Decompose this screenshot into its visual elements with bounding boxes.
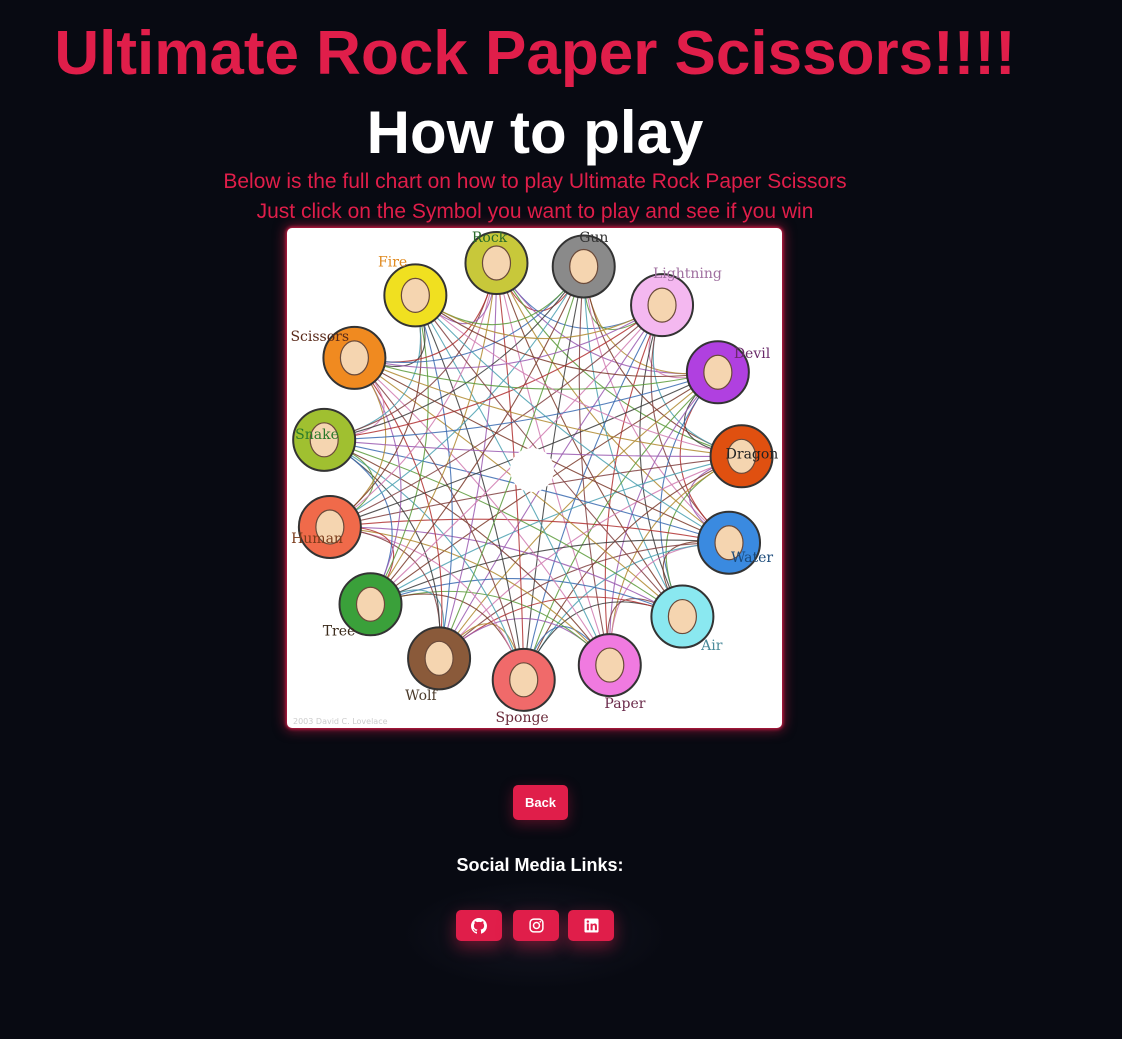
hand-gesture-icon (355, 586, 386, 622)
rule-connection-line (370, 578, 683, 618)
symbol-lightning[interactable]: Lightning (630, 266, 722, 338)
symbol-label: Wolf (405, 688, 438, 704)
hand-gesture-icon (400, 277, 430, 313)
symbol-label: Gun (579, 230, 608, 246)
rules-chart: Rock Gun Lightning Devil Dragon Water Air Paper… (287, 228, 782, 728)
symbol-scissors[interactable]: Scissors (290, 325, 387, 390)
symbol-label: Snake (295, 427, 339, 443)
symbol-label: Lightning (653, 266, 722, 282)
description-line-2: Just click on the Symbol you want to pla… (256, 200, 814, 223)
hand-gesture-icon (569, 248, 599, 285)
instagram-icon (528, 918, 544, 933)
symbol-fire[interactable]: Fire (378, 254, 448, 328)
back-button[interactable]: Back (513, 785, 568, 820)
github-button[interactable] (456, 910, 502, 941)
symbol-label: Rock (472, 230, 508, 246)
symbol-devil[interactable]: Devil (685, 340, 771, 405)
symbol-tree[interactable]: Tree (323, 572, 403, 639)
symbol-gun[interactable]: Gun (551, 230, 616, 299)
hand-gesture-icon (667, 598, 697, 635)
symbol-sponge[interactable]: Sponge (491, 647, 556, 726)
social-media-label: Social Media Links: (456, 855, 624, 875)
symbol-label: Tree (323, 623, 356, 639)
hand-gesture-icon (647, 287, 677, 323)
description-line-1: Below is the full chart on how to play U… (223, 170, 847, 193)
hand-gesture-icon (424, 640, 454, 676)
rule-connection-line (329, 266, 585, 528)
symbol-label: Devil (734, 346, 771, 362)
hand-gesture-icon (339, 340, 370, 376)
rules-chart-diagram: Rock Gun Lightning Devil Dragon Water Air Paper… (290, 230, 779, 726)
symbol-water[interactable]: Water (697, 510, 773, 575)
linkedin-icon (583, 918, 599, 933)
symbol-rock[interactable]: Rock (464, 230, 529, 296)
symbol-label: Dragon (726, 447, 779, 463)
symbol-air[interactable]: Air (650, 584, 723, 655)
rule-connection-line (415, 294, 663, 340)
hand-gesture-icon (703, 354, 733, 390)
hand-gesture-icon (595, 647, 625, 683)
symbol-label: Human (291, 531, 343, 547)
hand-gesture-icon (481, 245, 512, 281)
linkedin-button[interactable] (568, 910, 614, 941)
symbol-snake[interactable]: Snake (292, 407, 357, 472)
how-to-play-heading: How to play (366, 99, 704, 166)
symbol-label: Fire (378, 254, 407, 270)
page-title: Ultimate Rock Paper Scissors!!!! (54, 19, 1016, 88)
chart-copyright: 2003 David C. Lovelace (293, 717, 388, 726)
symbol-label: Paper (604, 696, 645, 712)
page: Ultimate Rock Paper Scissors!!!! How to … (0, 0, 1122, 1039)
chart-center (510, 448, 554, 492)
symbol-label: Sponge (495, 710, 548, 726)
github-icon (471, 917, 487, 934)
symbol-label: Scissors (290, 329, 349, 345)
symbol-dragon[interactable]: Dragon (709, 424, 779, 489)
rule-connection-line (639, 304, 683, 617)
instagram-button[interactable] (513, 910, 559, 941)
symbol-wolf[interactable]: Wolf (405, 626, 472, 704)
symbol-paper[interactable]: Paper (577, 633, 646, 712)
symbol-human[interactable]: Human (291, 494, 362, 559)
symbol-label: Air (700, 638, 723, 654)
symbol-label: Water (731, 550, 773, 566)
hand-gesture-icon (509, 662, 539, 698)
